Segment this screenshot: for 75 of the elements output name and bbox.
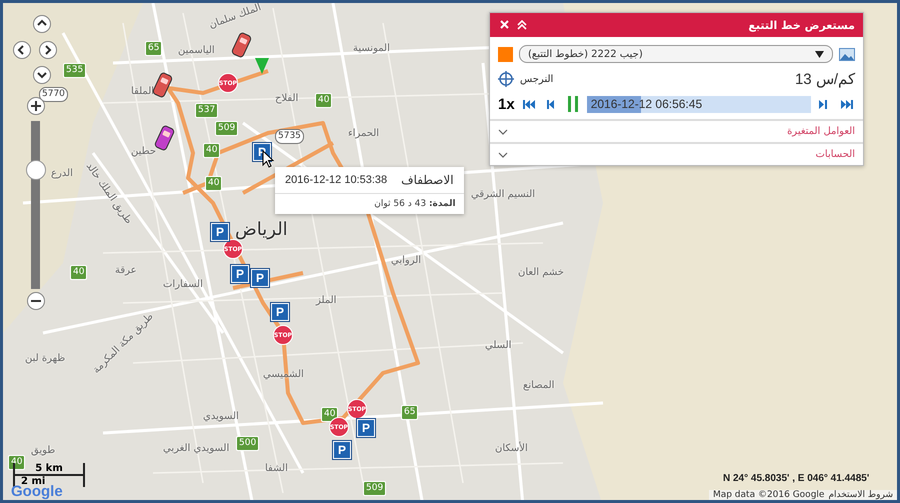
place-label: السويدي الغربي [163,443,230,454]
crosshair-icon[interactable] [498,71,514,87]
place-label: طويق [31,445,56,456]
road-number: 40 [205,176,222,191]
place-label: السلي [485,340,512,351]
road-number: 509 [363,481,386,496]
minus-icon [31,300,41,302]
attribution-text: Map data ©2016 Google [712,490,824,500]
place-label: الدرع [51,168,73,179]
terms-link[interactable]: شروط الاستخدام [828,490,893,500]
place-label: المصانع [523,380,554,391]
place-label: الملقا [131,86,154,97]
scale-label: 5 km [15,463,83,476]
place-label: الأسكان [495,443,528,454]
location-text: النرجس [520,74,554,84]
road-number: 65 [145,41,162,56]
dropdown-arrow-icon [815,50,824,58]
playback-time: 2016-12-12 06:56:45 [590,97,702,111]
vehicle-dropdown[interactable]: (جيب 2222 (خطوط التتبع) [519,45,833,63]
place-label: الفلاح [275,93,298,104]
panel-title: مستعرض خط التتبع [748,18,855,32]
event-type: الاصطفاف [401,173,454,187]
event-time: 2016-12-12 10:53:38 [285,174,388,186]
place-label: طريق الملك خالد [84,160,134,226]
speed-text: 13 كم/س [794,70,855,88]
place-label: ظهرة لبن [25,353,66,364]
parking-marker[interactable]: P [211,223,229,241]
track-color-swatch[interactable] [498,46,513,62]
skip-to-start-button[interactable] [520,100,537,108]
place-label: خشم العان [518,267,564,278]
chevron-icon [498,152,508,158]
parking-marker[interactable]: P [333,441,351,459]
road-number: 535 [63,63,86,78]
section-header[interactable]: العوامل المتغيرة [490,119,863,142]
road-number: 5770 [39,87,68,102]
place-label: السويدي [203,411,239,422]
collapse-button[interactable] [515,18,529,32]
place-label: حطين [131,146,156,157]
plus-icon [31,101,41,111]
road-number: 40 [70,265,88,280]
place-label: الشفا [265,463,288,474]
place-label: الحمراء [348,128,380,139]
road-number: 509 [215,121,238,136]
place-label: عرقة [115,265,137,276]
section-header[interactable]: الحسابات [490,142,863,165]
parking-marker[interactable]: P [251,269,269,287]
road-number: 40 [203,143,220,158]
place-label: الرياض [235,219,288,240]
place-label: الملك سلمان [208,3,263,31]
playback-progress-bar[interactable]: 2016-12-12 06:56:45 [586,96,811,112]
place-label: الملز [316,295,336,306]
place-label: المونسية [353,43,390,54]
map[interactable] [0,0,900,503]
place-label: الروابي [391,255,422,266]
chevron-icon [498,128,508,134]
road-number: 65 [401,405,418,420]
road-number: 40 [315,93,332,108]
place-label: السفارات [163,279,203,290]
coordinates-text: N 24° 45.8035' , E 046° 41.4485' [723,473,870,484]
parking-marker[interactable]: P [231,265,249,283]
road-number: 537 [195,103,218,118]
parking-marker[interactable]: P [357,419,375,437]
image-icon[interactable] [839,48,855,60]
playback-speed-button[interactable]: 1x [498,96,515,112]
place-label: طريق مكة المكرمة [90,311,156,376]
place-label: الياسمين [178,45,215,56]
zoom-out-button[interactable] [27,292,45,310]
event-duration: المدة: 43 د 56 ثوان [373,198,457,211]
parking-marker[interactable]: P [271,303,289,321]
road-number: 500 [236,436,260,451]
road-number: 5735 [275,129,304,144]
road-number: 40 [8,455,26,470]
place-label: النسيم الشرقي [471,189,535,200]
skip-to-end-button[interactable] [839,100,855,108]
road-number: 40 [321,407,338,422]
